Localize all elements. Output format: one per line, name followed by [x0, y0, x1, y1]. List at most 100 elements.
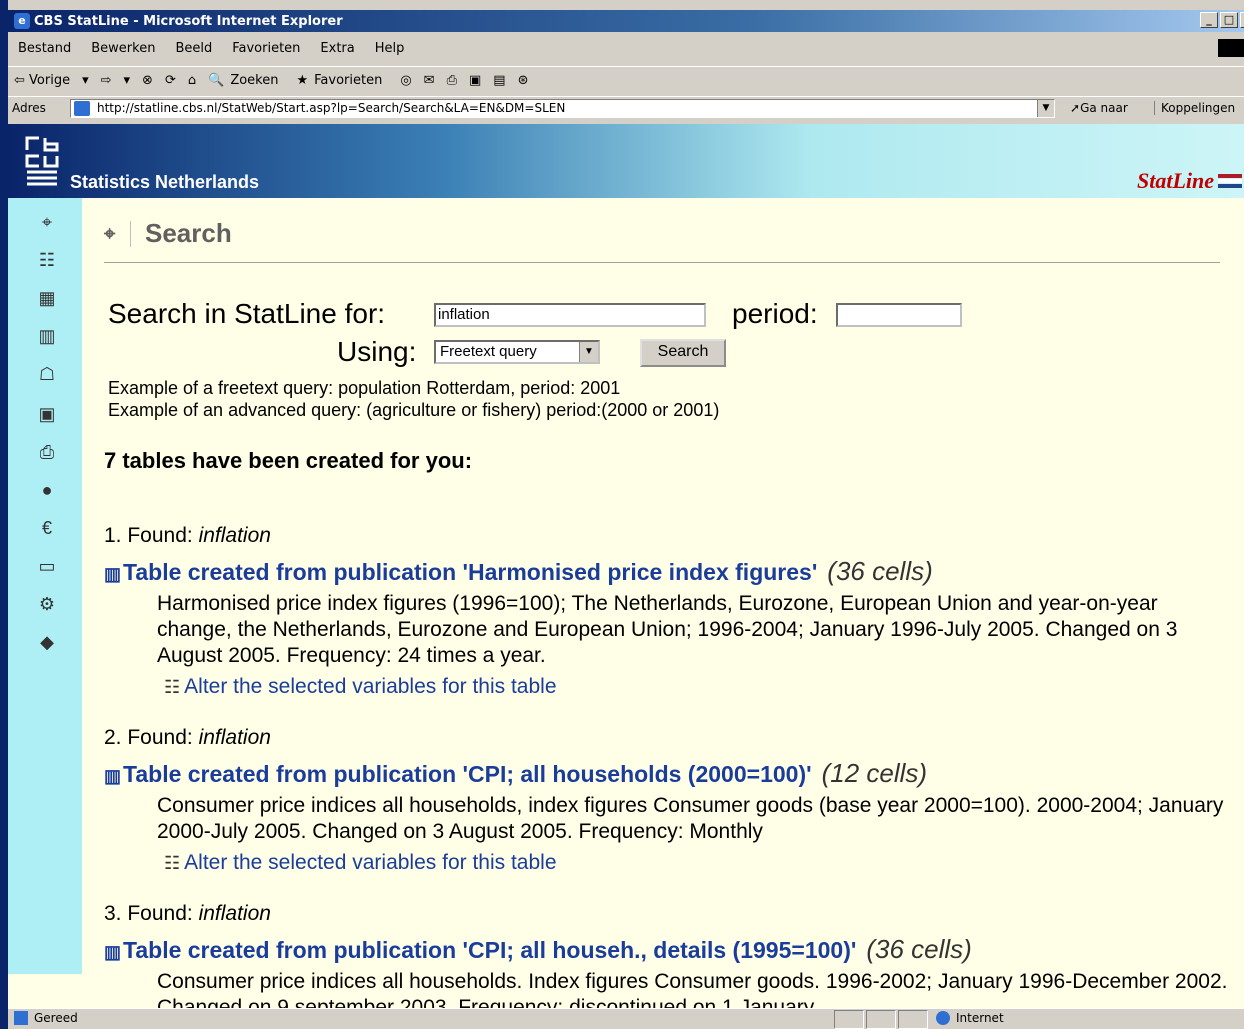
query-type-select[interactable]: Freetext query ▼	[434, 340, 600, 364]
alter-variables-link[interactable]: ☷ Alter the selected variables for this …	[164, 851, 1228, 875]
save-icon[interactable]: ▣	[36, 404, 58, 424]
result-item: 3. Found: inflation ▥ Table created from…	[104, 902, 1228, 1008]
table-link[interactable]: ▥ Table created from publication 'Harmon…	[104, 556, 1228, 587]
folder-icon[interactable]: ▭	[36, 556, 58, 576]
period-label: period:	[732, 298, 818, 329]
result-item: 1. Found: inflation ▥ Table created from…	[104, 524, 1228, 699]
table-icon[interactable]: ▦	[36, 288, 58, 308]
found-term: inflation	[198, 524, 271, 547]
back-button[interactable]: ⇦ Vorige	[8, 73, 76, 88]
table-description: Consumer price indices all households, i…	[157, 794, 1224, 843]
site-header: Statistics Netherlands StatLine	[8, 124, 1244, 198]
print-icon[interactable]: ⎙	[441, 73, 463, 88]
toolbar: ⇦ Vorige ▾ ⇨ ▾ ⊗ ⟳ ⌂ 🔍 Zoeken ★ Favorieten…	[8, 66, 1244, 93]
table-link-text[interactable]: Table created from publication 'CPI; all…	[123, 761, 812, 788]
menu-help[interactable]: Help	[365, 41, 415, 56]
table-description: Consumer price indices all households. I…	[157, 970, 1228, 1008]
period-input[interactable]	[836, 303, 962, 327]
search-button[interactable]: Search	[640, 339, 726, 367]
address-label: Adres	[12, 101, 46, 115]
dropdown-arrow-icon[interactable]: ▾	[76, 73, 95, 88]
example-freetext: Example of a freetext query: population …	[108, 378, 621, 398]
refresh-icon[interactable]: ⟳	[159, 73, 182, 88]
search-button[interactable]: 🔍 Zoeken	[202, 73, 290, 88]
tree-icon[interactable]: ☷	[36, 250, 58, 270]
window-controls: _ □ X	[1200, 12, 1244, 28]
book-icon[interactable]: ◆	[36, 632, 58, 652]
home-icon[interactable]: ⌂	[182, 73, 202, 88]
media-icon[interactable]: ◎	[394, 73, 417, 88]
forward-button[interactable]: ⇨	[95, 73, 118, 88]
address-url: http://statline.cbs.nl/StatWeb/Start.asp…	[97, 101, 566, 115]
query-type-value: Freetext query	[440, 343, 537, 360]
table-link[interactable]: ▥ Table created from publication 'CPI; a…	[104, 934, 1228, 965]
address-bar: Adres http://statline.cbs.nl/StatWeb/Sta…	[8, 96, 1244, 121]
status-cell	[834, 1010, 864, 1029]
main-panel: ⌖ Search Search in StatLine for: inflati…	[96, 198, 1227, 1008]
cell-count: (36 cells)	[827, 556, 933, 586]
status-cell	[898, 1010, 928, 1029]
menu-extra[interactable]: Extra	[310, 41, 364, 56]
messenger-icon[interactable]: ⊛	[512, 73, 535, 88]
discuss-icon[interactable]: ▤	[487, 73, 511, 88]
cbs-logo-icon	[25, 136, 59, 186]
found-term: inflation	[198, 726, 271, 749]
menu-favorieten[interactable]: Favorieten	[222, 41, 310, 56]
page-title: Search	[145, 218, 232, 248]
menu-beeld[interactable]: Beeld	[165, 41, 222, 56]
chevron-down-icon[interactable]: ▼	[579, 342, 598, 362]
alter-variables-link[interactable]: ☷ Alter the selected variables for this …	[164, 675, 1228, 699]
binoculars-icon[interactable]: ⌖	[36, 212, 58, 232]
links-button[interactable]: Koppelingen	[1154, 101, 1235, 115]
minimize-button[interactable]: _	[1200, 12, 1218, 28]
euro-icon[interactable]: €	[36, 518, 58, 538]
globe-icon	[936, 1011, 950, 1025]
result-item: 2. Found: inflation ▥ Table created from…	[104, 726, 1228, 875]
favorites-button[interactable]: ★ Favorieten	[290, 73, 394, 88]
table-description: Harmonised price index figures (1996=100…	[157, 592, 1178, 667]
stop-icon[interactable]: ⊗	[136, 73, 159, 88]
dropdown-arrow-icon[interactable]: ▾	[118, 73, 137, 88]
title-bar: e CBS StatLine - Microsoft Internet Expl…	[8, 10, 1244, 32]
example-advanced: Example of an advanced query: (agricultu…	[108, 400, 720, 420]
print-icon[interactable]: ⎙	[36, 442, 58, 462]
info-icon[interactable]: ●	[36, 480, 58, 500]
map-icon[interactable]: ☖	[36, 364, 58, 384]
tools-icon[interactable]: ⚙	[36, 594, 58, 614]
menu-bestand[interactable]: Bestand	[8, 41, 81, 56]
ie-icon: e	[14, 13, 30, 29]
table-icon: ▥	[104, 564, 122, 584]
address-dropdown-icon[interactable]: ▼	[1037, 100, 1054, 117]
close-button[interactable]: X	[1240, 12, 1244, 28]
table-link-text[interactable]: Table created from publication 'CPI; all…	[123, 937, 856, 964]
mail-icon[interactable]: ✉	[418, 73, 441, 88]
found-term: inflation	[198, 902, 271, 925]
edit-icon[interactable]: ▣	[463, 73, 487, 88]
bar-chart-icon[interactable]: ▥	[36, 326, 58, 346]
side-navigation: ⌖ ☷ ▦ ▥ ☖ ▣ ⎙ ● € ▭ ⚙ ◆	[8, 198, 82, 974]
table-link-text[interactable]: Table created from publication 'Harmonis…	[123, 559, 817, 586]
address-input[interactable]: http://statline.cbs.nl/StatWeb/Start.asp…	[70, 99, 1055, 118]
status-ready: Gereed	[14, 1011, 78, 1025]
cell-count: (12 cells)	[821, 758, 928, 788]
maximize-button[interactable]: □	[1220, 12, 1238, 28]
results-heading: 7 tables have been created for you:	[104, 448, 473, 473]
page-content: Statistics Netherlands StatLine ⌖ ☷ ▦ ▥ …	[8, 124, 1244, 1008]
using-label: Using:	[337, 336, 417, 367]
table-icon: ▥	[104, 766, 122, 786]
binoculars-icon: ⌖	[104, 220, 131, 247]
table-link[interactable]: ▥ Table created from publication 'CPI; a…	[104, 758, 1228, 789]
search-input[interactable]: inflation	[434, 303, 706, 327]
brand-name: Statistics Netherlands	[70, 172, 260, 192]
tree-icon: ☷	[164, 676, 181, 697]
page-icon	[74, 101, 90, 116]
tree-icon: ☷	[164, 852, 181, 873]
browser-window: e CBS StatLine - Microsoft Internet Expl…	[0, 0, 1244, 1029]
found-line: 2. Found: inflation	[104, 726, 271, 749]
menu-bewerken[interactable]: Bewerken	[81, 41, 165, 56]
windows-logo-icon	[1218, 39, 1244, 57]
statline-logo: StatLine	[1136, 168, 1214, 193]
status-cell	[866, 1010, 896, 1029]
status-bar: Gereed Internet	[8, 1008, 1244, 1029]
go-button[interactable]: ➚Ga naar	[1070, 101, 1128, 115]
